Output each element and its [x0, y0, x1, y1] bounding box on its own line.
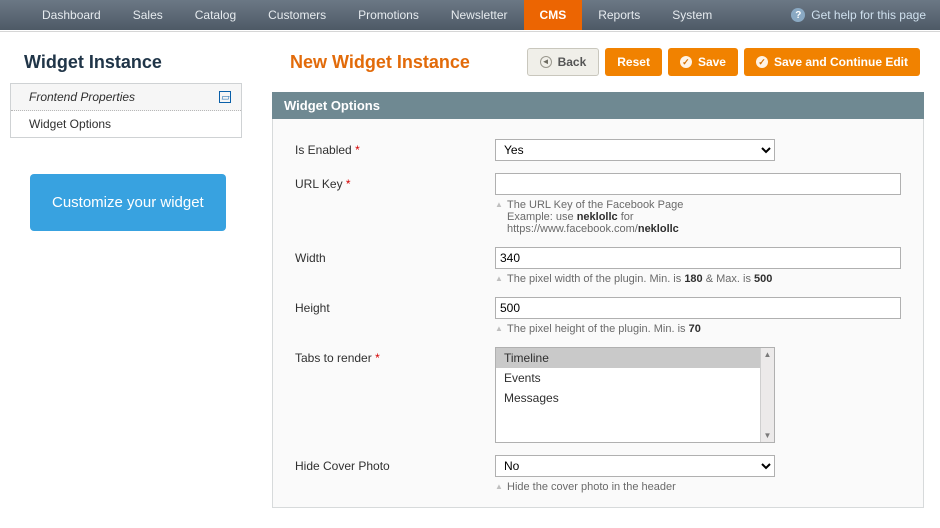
sidebar: Widget Instance Frontend Properties ▭ Wi…: [10, 48, 242, 508]
check-icon: ✓: [756, 56, 768, 68]
height-label: Height: [295, 301, 330, 315]
back-label: Back: [558, 53, 587, 71]
save-continue-label: Save and Continue Edit: [774, 53, 908, 71]
required-mark: *: [355, 143, 360, 157]
hide-cover-select[interactable]: No: [495, 455, 775, 477]
nav-customers[interactable]: Customers: [252, 0, 342, 30]
sidebar-tab-label: Widget Options: [29, 117, 111, 131]
is-enabled-select[interactable]: Yes: [495, 139, 775, 161]
height-input[interactable]: [495, 297, 901, 319]
sidebar-tab-frontend-properties[interactable]: Frontend Properties ▭: [11, 84, 241, 111]
help-icon: ?: [791, 8, 805, 22]
required-mark: *: [375, 351, 380, 365]
page-title: New Widget Instance: [290, 52, 470, 73]
hide-cover-label: Hide Cover Photo: [295, 459, 390, 473]
nav-dashboard[interactable]: Dashboard: [26, 0, 117, 30]
reset-label: Reset: [617, 53, 650, 71]
back-button[interactable]: ◄ Back: [527, 48, 600, 76]
nav-sales[interactable]: Sales: [117, 0, 179, 30]
row-width: Width The pixel width of the plugin. Min…: [295, 241, 901, 291]
nav-catalog[interactable]: Catalog: [179, 0, 252, 30]
tabs-multiselect[interactable]: Timeline Events Messages ▲ ▼: [495, 347, 775, 443]
url-key-hint: The URL Key of the Facebook Page Example…: [495, 199, 901, 235]
hide-cover-hint: Hide the cover photo in the header: [495, 481, 775, 493]
form: Is Enabled * Yes URL Key * The URL Key o…: [272, 119, 924, 508]
sidebar-tab-label: Frontend Properties: [29, 90, 135, 104]
sidebar-title: Widget Instance: [10, 48, 242, 83]
height-hint: The pixel height of the plugin. Min. is …: [495, 323, 901, 335]
row-height: Height The pixel height of the plugin. M…: [295, 291, 901, 341]
row-tabs: Tabs to render * Timeline Events Message…: [295, 341, 901, 449]
save-button[interactable]: ✓ Save: [668, 48, 738, 76]
is-enabled-label: Is Enabled: [295, 143, 352, 157]
row-hide-cover: Hide Cover Photo No Hide the cover photo…: [295, 449, 901, 499]
customize-widget-button[interactable]: Customize your widget: [30, 174, 226, 231]
tabs-label: Tabs to render: [295, 351, 372, 365]
check-icon: ✓: [680, 56, 692, 68]
reset-button[interactable]: Reset: [605, 48, 662, 76]
width-label: Width: [295, 251, 326, 265]
nav-promotions[interactable]: Promotions: [342, 0, 435, 30]
tabs-option-messages[interactable]: Messages: [496, 388, 760, 408]
main-content: New Widget Instance ◄ Back Reset ✓ Save …: [242, 48, 924, 508]
url-key-input[interactable]: [495, 173, 901, 195]
scrollbar[interactable]: ▲ ▼: [760, 348, 774, 442]
scroll-down-icon: ▼: [764, 429, 772, 442]
collapse-icon: ▭: [219, 91, 231, 103]
nav-cms[interactable]: CMS: [524, 0, 583, 30]
save-continue-button[interactable]: ✓ Save and Continue Edit: [744, 48, 920, 76]
save-label: Save: [698, 53, 726, 71]
sidebar-tab-widget-options[interactable]: Widget Options: [11, 111, 241, 137]
help-link[interactable]: ? Get help for this page: [791, 8, 926, 22]
sidebar-tabs: Frontend Properties ▭ Widget Options: [10, 83, 242, 138]
row-is-enabled: Is Enabled * Yes: [295, 133, 901, 167]
scroll-up-icon: ▲: [764, 348, 772, 361]
url-key-label: URL Key: [295, 177, 343, 191]
nav-system[interactable]: System: [656, 0, 728, 30]
action-buttons: ◄ Back Reset ✓ Save ✓ Save and Continue …: [527, 48, 920, 76]
tabs-option-events[interactable]: Events: [496, 368, 760, 388]
row-url-key: URL Key * The URL Key of the Facebook Pa…: [295, 167, 901, 241]
top-nav: Dashboard Sales Catalog Customers Promot…: [0, 0, 940, 30]
help-text: Get help for this page: [811, 8, 926, 22]
tabs-option-timeline[interactable]: Timeline: [496, 348, 760, 368]
back-icon: ◄: [540, 56, 552, 68]
width-hint: The pixel width of the plugin. Min. is 1…: [495, 273, 901, 285]
nav-newsletter[interactable]: Newsletter: [435, 0, 524, 30]
section-title: Widget Options: [272, 92, 924, 119]
nav-reports[interactable]: Reports: [582, 0, 656, 30]
required-mark: *: [346, 177, 351, 191]
width-input[interactable]: [495, 247, 901, 269]
